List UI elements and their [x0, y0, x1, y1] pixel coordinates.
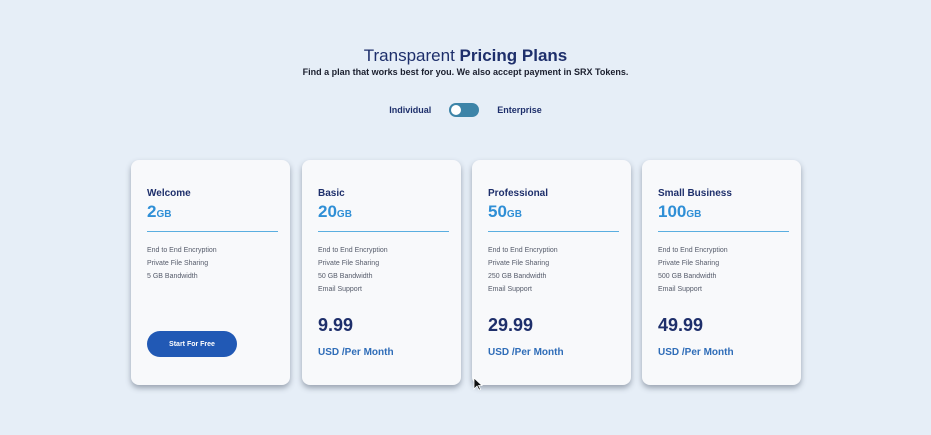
feature-item: Private File Sharing [147, 260, 209, 267]
plan-price: 29.99 [488, 315, 534, 335]
feature-list: End to End Encryption Private File Shari… [318, 244, 388, 296]
feature-item: 250 GB Bandwidth [488, 273, 547, 280]
storage-unit: GB [506, 209, 522, 220]
feature-item: End to End Encryption [658, 247, 728, 254]
feature-item: 500 GB Bandwidth [658, 273, 717, 280]
plan-period: USD /Per Month [318, 347, 394, 358]
feature-item: Email Support [318, 286, 362, 293]
feature-list: End to End Encryption Private File Shari… [488, 244, 558, 296]
page-title: Transparent Pricing Plans [0, 46, 931, 66]
title-light: Transparent [363, 46, 455, 65]
plan-name: Professional [488, 188, 549, 199]
plan-card-welcome: Welcome 2GB End to End Encryption Privat… [131, 160, 290, 385]
card-divider [318, 231, 449, 232]
feature-item: Email Support [658, 286, 702, 293]
feature-list: End to End Encryption Private File Shari… [658, 244, 728, 296]
plan-card-professional: Professional 50GB End to End Encryption … [472, 160, 631, 385]
plan-type-switch[interactable] [449, 103, 480, 117]
storage-unit: GB [156, 209, 172, 220]
feature-item: 50 GB Bandwidth [318, 273, 373, 280]
plan-price: 49.99 [658, 315, 704, 335]
pricing-header: Transparent Pricing Plans Find a plan th… [0, 46, 931, 77]
plan-name: Basic [318, 188, 345, 199]
plan-name: Small Business [658, 188, 732, 199]
card-divider [147, 231, 278, 232]
feature-item: End to End Encryption [488, 247, 558, 254]
toggle-label-enterprise[interactable]: Enterprise [497, 105, 542, 115]
storage-value: 50 [488, 202, 507, 221]
plan-card-basic: Basic 20GB End to End Encryption Private… [302, 160, 461, 385]
plan-period: USD /Per Month [658, 347, 734, 358]
plan-storage: 100GB [658, 202, 701, 222]
feature-item: End to End Encryption [147, 247, 217, 254]
feature-item: Email Support [488, 286, 532, 293]
plan-storage: 20GB [318, 202, 352, 222]
toggle-label-individual[interactable]: Individual [389, 105, 431, 115]
storage-value: 20 [318, 202, 337, 221]
pricing-page: Transparent Pricing Plans Find a plan th… [0, 0, 931, 435]
storage-value: 100 [658, 202, 687, 221]
plan-name: Welcome [147, 188, 191, 199]
start-for-free-button[interactable]: Start For Free [147, 331, 237, 357]
feature-item: Private File Sharing [488, 260, 550, 267]
feature-item: 5 GB Bandwidth [147, 273, 198, 280]
plan-period: USD /Per Month [488, 347, 564, 358]
plan-card-small-business: Small Business 100GB End to End Encrypti… [642, 160, 801, 385]
feature-list: End to End Encryption Private File Shari… [147, 244, 217, 283]
switch-knob [451, 105, 462, 115]
mouse-pointer-icon [473, 377, 483, 391]
title-bold: Pricing Plans [459, 46, 568, 65]
feature-item: Private File Sharing [318, 260, 380, 267]
plan-storage: 2GB [147, 202, 171, 222]
plan-price: 9.99 [318, 315, 354, 335]
feature-item: End to End Encryption [318, 247, 388, 254]
card-divider [658, 231, 789, 232]
feature-item: Private File Sharing [658, 260, 720, 267]
plan-storage: 50GB [488, 202, 522, 222]
plan-type-toggle: Individual Enterprise [0, 103, 931, 117]
card-divider [488, 231, 619, 232]
storage-unit: GB [686, 209, 702, 220]
page-subtitle: Find a plan that works best for you. We … [302, 67, 629, 77]
storage-unit: GB [336, 209, 352, 220]
